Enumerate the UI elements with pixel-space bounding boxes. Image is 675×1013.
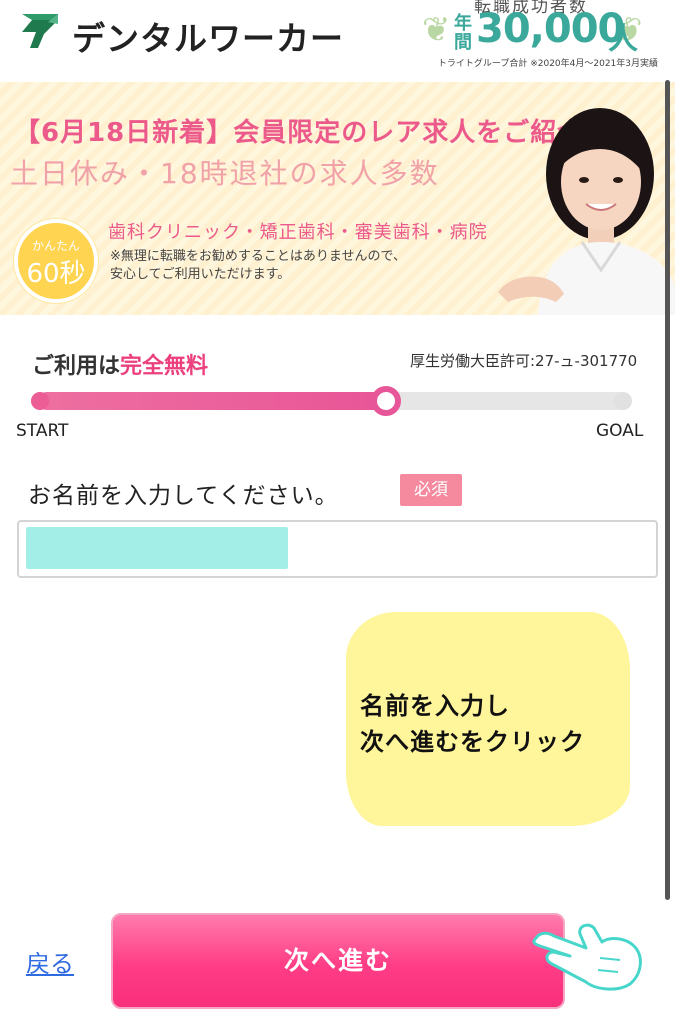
award-unit: 人: [608, 22, 638, 57]
award-note: トライトグループ合計 ※2020年4月〜2021年3月実績: [437, 59, 658, 69]
promo-banner: 【6月18日新着】会員限定のレア求人をご紹介 土日休み・18時退社の求人多数 か…: [0, 82, 675, 315]
next-button[interactable]: 次へ進む: [111, 913, 565, 1009]
award-badge: 転職成功者数 ❦ ❦ 年間 30,000 人 トライトグループ合計 ※2020年…: [418, 0, 658, 74]
back-link[interactable]: 戻る: [26, 944, 74, 979]
progress-fill: [38, 392, 386, 410]
progress-end-dot: [614, 392, 632, 410]
staff-photo: [498, 108, 675, 315]
instruction-line-1: 名前を入力し: [360, 692, 510, 720]
site-header: デンタルワーカー 転職成功者数 ❦ ❦ 年間 30,000 人 トライトグループ…: [0, 0, 675, 80]
progress-current-marker: [371, 386, 401, 416]
name-field-label: お名前を入力してください。: [28, 483, 339, 509]
banner-specialties: 歯科クリニック・矯正歯科・審美歯科・病院: [108, 222, 488, 243]
license-number: 厚生労働大臣許可:27-ュ-301770: [410, 352, 638, 370]
required-badge: 必須: [400, 474, 462, 506]
progress-track: [38, 392, 628, 410]
award-year-label: 年間: [454, 13, 472, 53]
free-of-charge-label: ご利用は完全無料: [32, 348, 208, 380]
free-prefix: ご利用は: [32, 354, 121, 379]
laurel-left-icon: ❦: [422, 10, 451, 50]
scrollbar[interactable]: [665, 80, 670, 900]
banner-note-line1: ※無理に転職をお勧めすることはありませんので、: [110, 249, 406, 264]
redacted-name-value: [26, 527, 288, 569]
badge-big-text: 60秒: [26, 259, 86, 289]
progress-start-label: START: [16, 421, 69, 441]
free-highlight: 完全無料: [120, 354, 209, 379]
badge-small-text: かんたん: [31, 239, 80, 253]
progress-goal-label: GOAL: [596, 421, 644, 441]
progress-start-dot: [31, 392, 49, 410]
pointing-hand-icon: [532, 923, 642, 991]
logo-text: デンタルワーカー: [72, 19, 344, 58]
logo-mark-icon: [22, 14, 58, 48]
award-number: 30,000: [476, 6, 625, 52]
banner-note-line2: 安心してご利用いただけます。: [110, 267, 291, 282]
sixty-seconds-badge: かんたん 60秒: [14, 219, 98, 303]
banner-subtitle: 土日休み・18時退社の求人多数: [10, 157, 440, 190]
banner-note: ※無理に転職をお勧めすることはありませんので、 安心してご利用いただけます。: [110, 248, 470, 284]
instruction-line-2: 次へ進むをクリック: [360, 728, 585, 756]
